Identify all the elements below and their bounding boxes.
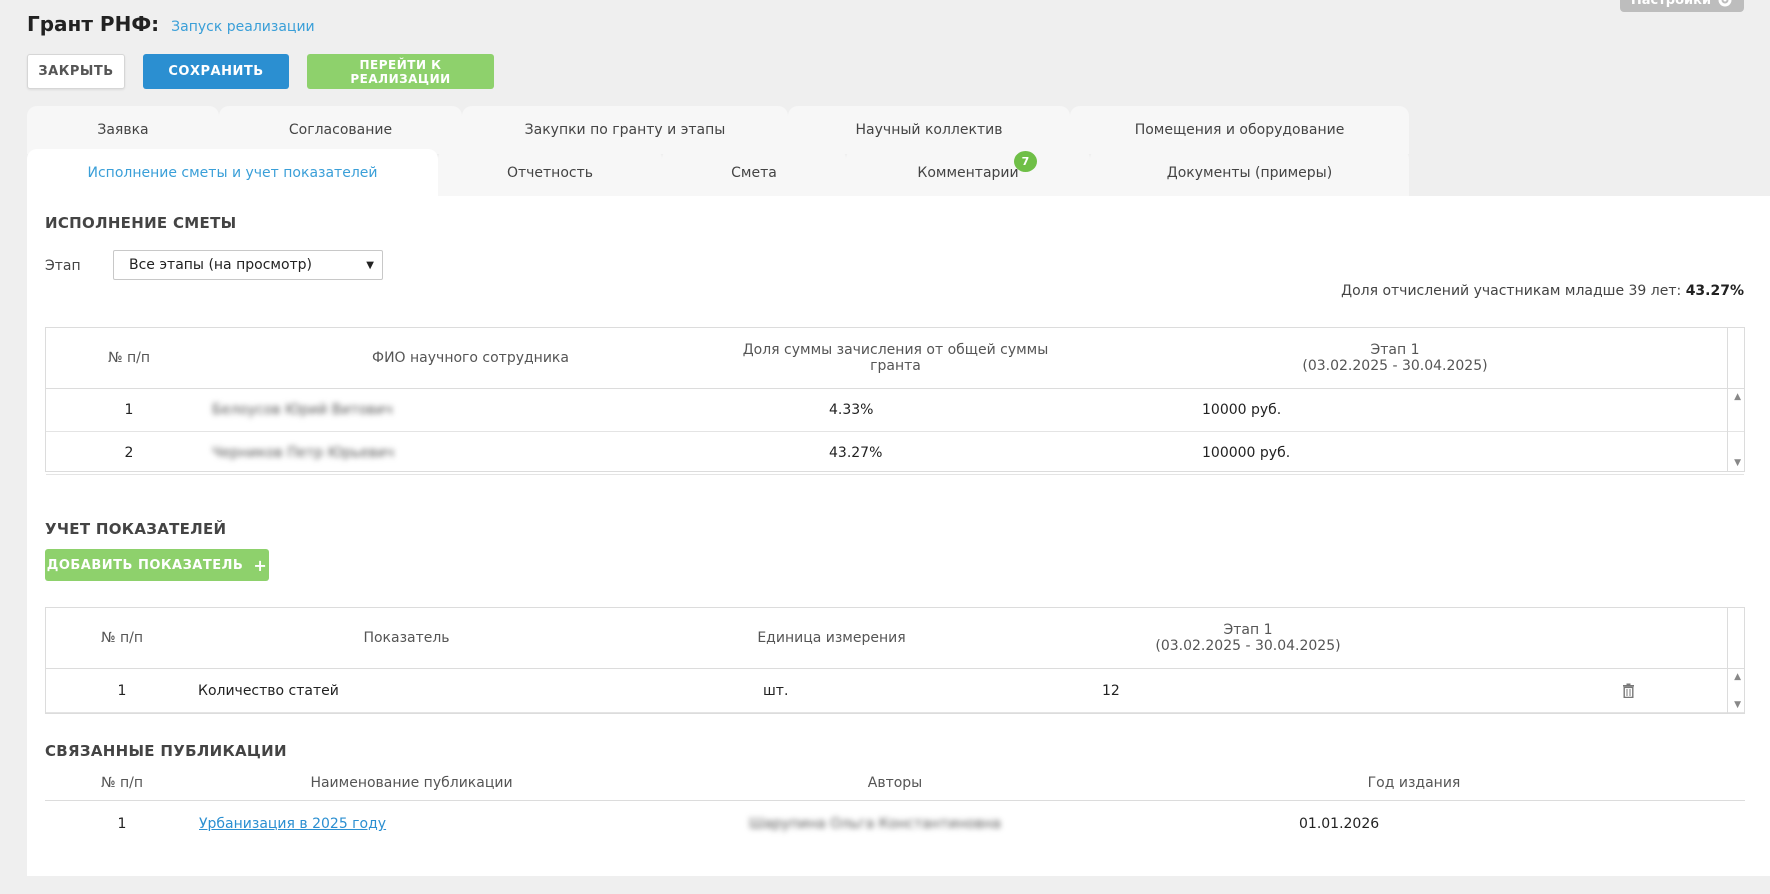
tab-label: Помещения и оборудование xyxy=(1134,122,1345,138)
tab-approval[interactable]: Согласование xyxy=(219,106,462,154)
action-bar: ЗАКРЫТЬ СОХРАНИТЬ ПЕРЕЙТИ К РЕАЛИЗАЦИИ xyxy=(27,54,494,89)
col-indicator: Показатель xyxy=(363,630,450,646)
row-share: 4.33% xyxy=(829,402,874,418)
col-unit: Единица измерения xyxy=(757,630,906,646)
tab-research-team[interactable]: Научный коллектив xyxy=(788,106,1070,154)
tab-label: Смета xyxy=(731,165,777,181)
col-stage1-title: Этап 1 xyxy=(1370,342,1420,358)
col-authors: Авторы xyxy=(867,774,923,791)
col-num: № п/п xyxy=(100,774,144,791)
settings-button[interactable]: Настройки xyxy=(1620,0,1744,12)
scroll-down-icon[interactable]: ▼ xyxy=(1734,458,1741,468)
col-name: ФИО научного сотрудника xyxy=(372,350,569,366)
tab-estimate[interactable]: Смета xyxy=(662,149,846,197)
indicators-table: № п/п Показатель Единица измерения Этап … xyxy=(45,607,1745,714)
publication-link-cell: Урбанизация в 2025 году xyxy=(199,816,749,832)
page-subtitle[interactable]: Запуск реализации xyxy=(171,19,314,35)
row-amount: 100000 руб. xyxy=(1202,445,1291,461)
close-button[interactable]: ЗАКРЫТЬ xyxy=(27,54,125,89)
tab-application[interactable]: Заявка xyxy=(27,106,219,154)
publication-link[interactable]: Урбанизация в 2025 году xyxy=(199,816,386,832)
scroll-up-icon[interactable]: ▲ xyxy=(1734,392,1741,402)
tab-label: Документы (примеры) xyxy=(1166,165,1333,181)
tab-label: Научный коллектив xyxy=(855,122,1003,138)
col-stage1-title: Этап 1 xyxy=(1223,622,1273,638)
table-row: 1 Урбанизация в 2025 году Шарупина Ольга… xyxy=(45,801,1745,847)
row-num: 1 xyxy=(124,402,134,418)
col-stage1: Этап 1 (03.02.2025 - 30.04.2025) xyxy=(1048,622,1448,654)
settings-label: Настройки xyxy=(1630,0,1712,8)
estimate-section-title: ИСПОЛНЕНИЕ СМЕТЫ xyxy=(45,214,237,232)
tab-label: Отчетность xyxy=(506,165,594,181)
tab-label: Исполнение сметы и учет показателей xyxy=(87,165,378,181)
tab-bar-row2: Исполнение сметы и учет показателей Отче… xyxy=(27,149,1409,197)
young-share-summary: Доля отчислений участникам младше 39 лет… xyxy=(1341,283,1744,299)
tab-label: Заявка xyxy=(97,122,149,138)
table-row: 1 Белоусов Юрий Витович 4.33% 10000 руб. xyxy=(46,389,1744,432)
row-indicator: Количество статей xyxy=(198,682,339,699)
col-stage1: Этап 1 (03.02.2025 - 30.04.2025) xyxy=(1062,342,1728,374)
tab-premises[interactable]: Помещения и оборудование xyxy=(1070,106,1409,154)
tab-procurement[interactable]: Закупки по гранту и этапы xyxy=(462,106,788,154)
save-button[interactable]: СОХРАНИТЬ xyxy=(143,54,289,89)
tab-reporting[interactable]: Отчетность xyxy=(438,149,662,197)
tab-comments[interactable]: Комментарии 7 xyxy=(846,149,1090,197)
col-pub-title: Наименование публикации xyxy=(310,774,513,791)
indicators-section-title: УЧЕТ ПОКАЗАТЕЛЕЙ xyxy=(45,520,227,538)
go-to-implementation-button[interactable]: ПЕРЕЙТИ К РЕАЛИЗАЦИИ xyxy=(307,54,494,89)
plus-icon: + xyxy=(253,555,268,575)
gear-icon xyxy=(1718,0,1732,7)
tab-label: Комментарии xyxy=(917,165,1019,181)
young-share-label: Доля отчислений участникам младше 39 лет… xyxy=(1341,283,1682,299)
row-unit: шт. xyxy=(763,682,789,699)
tab-documents[interactable]: Документы (примеры) xyxy=(1090,149,1409,197)
young-share-value: 43.27% xyxy=(1685,283,1744,299)
indicators-table-header: № п/п Показатель Единица измерения Этап … xyxy=(46,608,1744,669)
estimate-table-scrollbar[interactable]: ▲ ▼ xyxy=(1727,328,1744,471)
row-value: 12 xyxy=(1102,682,1120,699)
col-stage1-dates: (03.02.2025 - 30.04.2025) xyxy=(1155,638,1341,654)
stage-label: Этап xyxy=(45,258,81,274)
table-row: 1 Количество статей шт. 12 xyxy=(46,669,1744,713)
page-title: Грант РНФ: xyxy=(27,12,160,36)
publications-table-header: № п/п Наименование публикации Авторы Год… xyxy=(45,765,1745,801)
caret-down-icon: ▼ xyxy=(366,260,374,271)
row-name: Черников Петр Юрьевич xyxy=(212,445,395,461)
col-num: № п/п xyxy=(107,350,151,366)
col-share: Доля суммы зачисления от общей суммы гра… xyxy=(742,342,1049,374)
row-authors: Шарупина Ольга Константиновна xyxy=(749,816,1001,832)
page: Настройки Грант РНФ: Запуск реализации З… xyxy=(0,0,1770,894)
tab-label: Закупки по гранту и этапы xyxy=(524,122,726,138)
comments-count-badge: 7 xyxy=(1014,151,1037,172)
stage-select[interactable]: Все этапы (на просмотр) ▼ xyxy=(113,250,383,280)
row-num: 1 xyxy=(117,682,127,699)
scroll-down-icon[interactable]: ▼ xyxy=(1734,700,1741,710)
page-header: Грант РНФ: Запуск реализации xyxy=(27,12,315,36)
delete-button[interactable] xyxy=(1622,683,1682,698)
row-name: Белоусов Юрий Витович xyxy=(212,402,393,418)
row-share: 43.27% xyxy=(829,445,883,461)
scroll-up-icon[interactable]: ▲ xyxy=(1734,672,1741,682)
estimate-table: № п/п ФИО научного сотрудника Доля суммы… xyxy=(45,327,1745,475)
table-row: 2 Черников Петр Юрьевич 43.27% 100000 ру… xyxy=(46,432,1744,475)
col-year: Год издания xyxy=(1367,774,1461,791)
stage-select-value: Все этапы (на просмотр) xyxy=(129,257,313,273)
trash-icon xyxy=(1623,683,1634,698)
publications-section-title: СВЯЗАННЫЕ ПУБЛИКАЦИИ xyxy=(45,742,287,760)
estimate-table-header: № п/п ФИО научного сотрудника Доля суммы… xyxy=(46,328,1744,389)
content-panel: ИСПОЛНЕНИЕ СМЕТЫ Этап Все этапы (на прос… xyxy=(27,196,1770,876)
col-num: № п/п xyxy=(100,630,144,646)
tab-label: Согласование xyxy=(288,122,393,138)
row-year: 01.01.2026 xyxy=(1299,816,1380,832)
col-stage1-dates: (03.02.2025 - 30.04.2025) xyxy=(1302,358,1488,374)
tab-estimate-execution[interactable]: Исполнение сметы и учет показателей xyxy=(27,149,438,197)
add-indicator-label: ДОБАВИТЬ ПОКАЗАТЕЛЬ xyxy=(46,557,244,573)
row-amount: 10000 руб. xyxy=(1202,402,1282,418)
row-num: 1 xyxy=(117,816,127,832)
indicators-table-scrollbar[interactable]: ▲ ▼ xyxy=(1727,608,1744,713)
tab-bar-row1: Заявка Согласование Закупки по гранту и … xyxy=(27,106,1409,154)
add-indicator-button[interactable]: ДОБАВИТЬ ПОКАЗАТЕЛЬ + xyxy=(45,549,269,581)
row-num: 2 xyxy=(124,445,134,461)
